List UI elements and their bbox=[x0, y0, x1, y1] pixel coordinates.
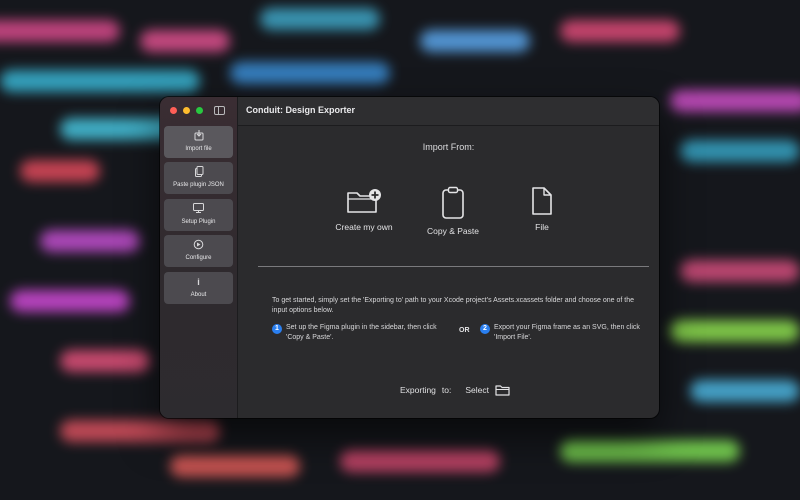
option-label: Copy & Paste bbox=[427, 226, 479, 236]
folder-plus-icon bbox=[347, 189, 381, 213]
exporting-to-row: Exporting to: Select bbox=[400, 384, 510, 396]
sidebar-toggle-icon[interactable] bbox=[214, 106, 225, 115]
sidebar: Import file Paste plugin JSON Setup Plug… bbox=[160, 97, 238, 418]
sidebar-item-label: Setup Plugin bbox=[181, 219, 216, 225]
minimize-window-button[interactable] bbox=[183, 107, 190, 114]
exporting-to-label: to: bbox=[441, 385, 452, 395]
sidebar-item-label: About bbox=[190, 292, 207, 298]
folder-icon bbox=[495, 385, 510, 396]
file-button[interactable]: File bbox=[497, 184, 587, 232]
app-window: Import file Paste plugin JSON Setup Plug… bbox=[160, 97, 659, 418]
zoom-window-button[interactable] bbox=[196, 107, 203, 114]
copy-paste-button[interactable]: Copy & Paste bbox=[408, 184, 498, 236]
window-controls bbox=[170, 107, 203, 114]
create-my-own-button[interactable]: Create my own bbox=[319, 184, 409, 232]
sidebar-item-paste-json[interactable]: Paste plugin JSON bbox=[164, 162, 233, 194]
main-content: Import From: Create my own Copy & Paste bbox=[238, 126, 659, 418]
clipboard-icon bbox=[442, 186, 464, 219]
sidebar-item-label: Paste plugin JSON bbox=[173, 182, 224, 188]
import-from-heading: Import From: bbox=[422, 142, 475, 152]
import-file-icon bbox=[164, 130, 233, 143]
settings-icon bbox=[164, 239, 233, 252]
info-icon: i bbox=[197, 277, 200, 287]
close-window-button[interactable] bbox=[170, 107, 177, 114]
sidebar-item-about[interactable]: i About bbox=[164, 272, 233, 304]
intro-text: To get started, simply set the 'Exportin… bbox=[272, 297, 634, 314]
sidebar-item-import-file[interactable]: Import file bbox=[164, 126, 233, 158]
section-divider bbox=[258, 266, 649, 267]
option-label: File bbox=[535, 222, 549, 232]
select-label: Select bbox=[465, 385, 489, 395]
or-label: OR bbox=[459, 327, 470, 334]
title-bar: Conduit: Design Exporter bbox=[238, 97, 659, 126]
sidebar-item-setup-plugin[interactable]: Setup Plugin bbox=[164, 199, 233, 231]
sidebar-item-label: Configure bbox=[185, 255, 212, 261]
step-1-badge: 1 bbox=[272, 324, 282, 334]
window-title: Conduit: Design Exporter bbox=[246, 105, 356, 115]
step-2-badge: 2 bbox=[480, 324, 490, 334]
step-2-text: Export your Figma frame as an SVG, then … bbox=[494, 324, 640, 341]
exporting-label: Exporting bbox=[400, 385, 436, 395]
step-1-text: Set up the Figma plugin in the sidebar, … bbox=[286, 324, 437, 341]
sidebar-item-configure[interactable]: Configure bbox=[164, 235, 233, 267]
monitor-icon bbox=[164, 203, 233, 216]
select-folder-button[interactable]: Select bbox=[465, 384, 510, 396]
file-icon bbox=[532, 187, 552, 215]
paste-json-icon bbox=[164, 166, 233, 179]
sidebar-item-label: Import file bbox=[185, 146, 212, 152]
option-label: Create my own bbox=[335, 222, 393, 232]
